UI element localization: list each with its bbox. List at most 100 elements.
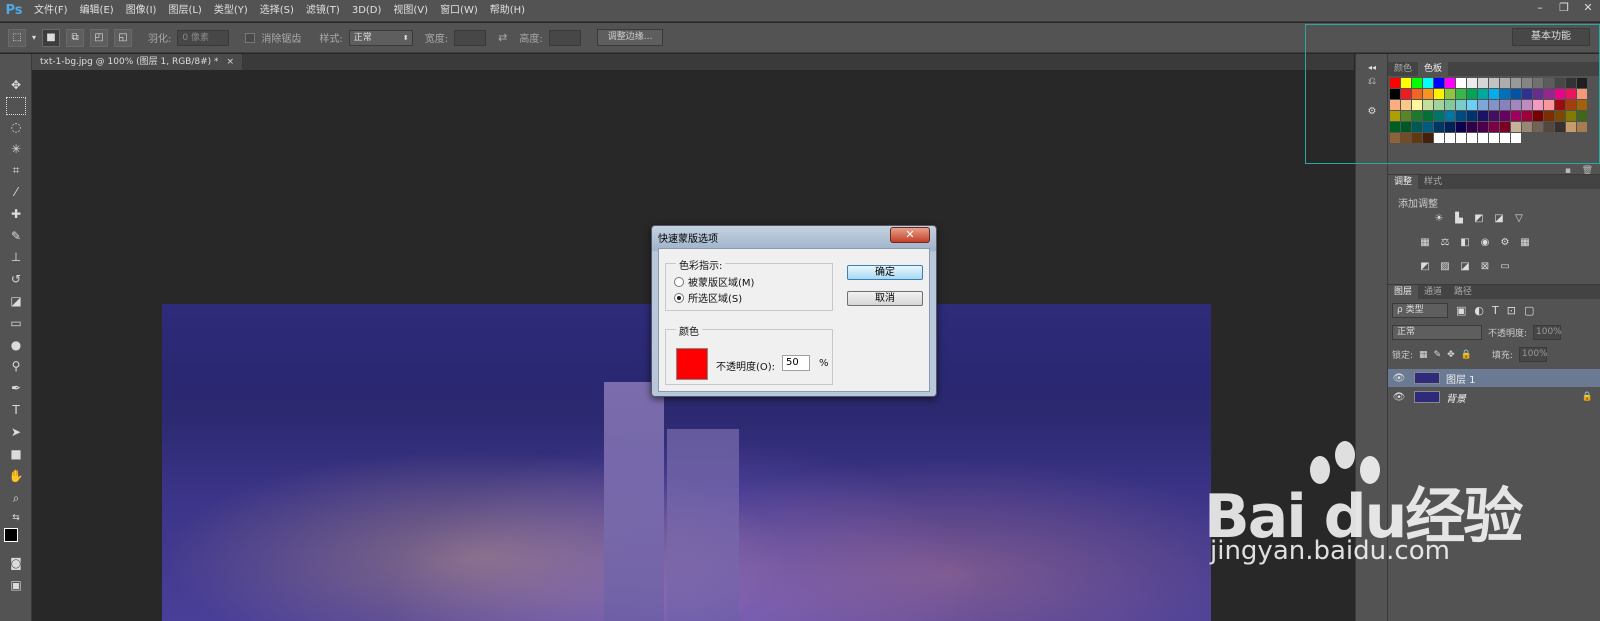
levels-icon[interactable]: ▙ bbox=[1452, 213, 1466, 225]
layer-fill-input[interactable]: 100% bbox=[1518, 347, 1548, 362]
layer-opacity-input[interactable]: 100% bbox=[1533, 325, 1562, 340]
color-swatch[interactable] bbox=[1566, 111, 1576, 121]
color-swatch[interactable] bbox=[1423, 122, 1433, 132]
type-tool-icon[interactable]: T bbox=[6, 401, 26, 419]
color-swatch[interactable] bbox=[1423, 100, 1433, 110]
chevron-down-icon[interactable]: ▾ bbox=[32, 33, 36, 42]
color-swatch[interactable] bbox=[1445, 122, 1455, 132]
mask-color-swatch[interactable] bbox=[676, 348, 708, 380]
color-swatch[interactable] bbox=[1412, 133, 1422, 143]
menu-help[interactable]: 帮助(H) bbox=[484, 0, 531, 22]
color-swatch[interactable] bbox=[1401, 100, 1411, 110]
color-balance-icon[interactable]: ⚖ bbox=[1438, 237, 1452, 249]
color-swatch[interactable] bbox=[1423, 89, 1433, 99]
color-swatch[interactable] bbox=[1511, 122, 1521, 132]
lock-all-icon[interactable]: 🔒 bbox=[1461, 350, 1472, 360]
crop-tool-icon[interactable]: ⌗ bbox=[6, 161, 26, 179]
adjustment-filter-icon[interactable]: ◐ bbox=[1474, 304, 1484, 317]
menu-select[interactable]: 选择(S) bbox=[254, 0, 300, 22]
color-swatch[interactable] bbox=[1566, 100, 1576, 110]
move-tool-icon[interactable]: ✥ bbox=[6, 76, 26, 94]
color-swatch[interactable] bbox=[1456, 122, 1466, 132]
color-swatch[interactable] bbox=[1456, 133, 1466, 143]
vibrance-icon[interactable]: ▽ bbox=[1512, 213, 1526, 225]
color-swatch[interactable] bbox=[1467, 100, 1477, 110]
color-swatch[interactable] bbox=[1467, 133, 1477, 143]
tab-channels[interactable]: 通道 bbox=[1418, 285, 1448, 299]
color-swatch[interactable] bbox=[1478, 111, 1488, 121]
marquee-tool-preset-icon[interactable]: ⬚ bbox=[8, 28, 26, 47]
width-input[interactable] bbox=[454, 29, 487, 46]
antialias-checkbox[interactable] bbox=[245, 32, 256, 43]
color-lookup-icon[interactable]: ▦ bbox=[1518, 237, 1532, 249]
color-swatch[interactable] bbox=[1511, 89, 1521, 99]
color-swatch[interactable] bbox=[1423, 133, 1433, 143]
color-swatch[interactable] bbox=[1423, 78, 1433, 88]
screen-mode-icon[interactable]: ▣ bbox=[6, 576, 26, 594]
color-swatch[interactable] bbox=[1533, 89, 1543, 99]
color-swatch[interactable] bbox=[1401, 122, 1411, 132]
color-swatch[interactable] bbox=[1577, 89, 1587, 99]
color-swatch[interactable] bbox=[1478, 100, 1488, 110]
menu-file[interactable]: 文件(F) bbox=[28, 0, 74, 22]
eraser-icon[interactable]: ◪ bbox=[6, 292, 26, 310]
color-swatch[interactable] bbox=[1544, 89, 1554, 99]
swap-icon[interactable]: ⇄ bbox=[498, 31, 507, 44]
tab-swatches[interactable]: 色板 bbox=[1418, 62, 1449, 76]
color-swatch[interactable] bbox=[1401, 89, 1411, 99]
color-swatch[interactable] bbox=[1401, 78, 1411, 88]
color-swatch[interactable] bbox=[1566, 78, 1576, 88]
color-swatch[interactable] bbox=[1577, 122, 1587, 132]
brush-tool-icon[interactable]: ✎ bbox=[6, 227, 26, 245]
invert-icon[interactable]: ◩ bbox=[1418, 261, 1432, 273]
color-swatch[interactable] bbox=[1478, 133, 1488, 143]
color-swatch[interactable] bbox=[1467, 111, 1477, 121]
eye-icon[interactable]: 👁 bbox=[1388, 373, 1410, 384]
color-swatch[interactable] bbox=[1555, 122, 1565, 132]
dodge-tool-icon[interactable]: ⚲ bbox=[6, 357, 26, 375]
color-swatch[interactable] bbox=[1577, 111, 1587, 121]
selective-color-icon[interactable]: ⊠ bbox=[1478, 261, 1492, 273]
shape-filter-icon[interactable]: ⊡ bbox=[1507, 304, 1516, 317]
color-swatch[interactable] bbox=[1544, 100, 1554, 110]
color-swatch[interactable] bbox=[1500, 89, 1510, 99]
color-swatch[interactable] bbox=[1544, 122, 1554, 132]
color-swatch[interactable] bbox=[1412, 78, 1422, 88]
color-swatch[interactable] bbox=[1467, 78, 1477, 88]
stamp-tool-icon[interactable]: ⊥ bbox=[6, 248, 26, 266]
color-swatch[interactable] bbox=[1500, 111, 1510, 121]
menu-layer[interactable]: 图层(L) bbox=[162, 0, 207, 22]
style-select[interactable]: 正常 ⬍ bbox=[348, 29, 413, 46]
color-swatch[interactable] bbox=[1478, 78, 1488, 88]
foreground-color-swatch[interactable] bbox=[4, 528, 18, 542]
document-tab[interactable]: txt-1-bg.jpg @ 100% (图层 1, RGB/8#) * × bbox=[32, 54, 243, 70]
new-selection-icon[interactable]: ■ bbox=[42, 28, 61, 47]
healing-brush-icon[interactable]: ✚ bbox=[6, 205, 26, 223]
history-brush-icon[interactable]: ↺ bbox=[6, 270, 26, 288]
close-window-button[interactable]: ✕ bbox=[1578, 0, 1598, 16]
type-filter-icon[interactable]: T bbox=[1492, 304, 1499, 317]
hue-saturation-icon[interactable]: ▦ bbox=[1418, 237, 1432, 249]
color-swatch[interactable] bbox=[1412, 100, 1422, 110]
image-filter-icon[interactable]: ▣ bbox=[1456, 304, 1466, 317]
color-swatch[interactable] bbox=[1489, 89, 1499, 99]
menu-edit[interactable]: 编辑(E) bbox=[74, 0, 120, 22]
magic-wand-icon[interactable]: ✳ bbox=[6, 140, 26, 158]
smart-object-filter-icon[interactable]: ▢ bbox=[1524, 304, 1534, 317]
color-swatch[interactable] bbox=[1555, 100, 1565, 110]
color-swatch[interactable] bbox=[1390, 111, 1400, 121]
color-swatch[interactable] bbox=[1478, 122, 1488, 132]
gradient-map-icon[interactable]: ▭ bbox=[1498, 261, 1512, 273]
color-swatch[interactable] bbox=[1489, 133, 1499, 143]
mask-opacity-input[interactable]: 50 bbox=[782, 355, 810, 371]
dialog-close-button[interactable]: ✕ bbox=[890, 227, 930, 243]
color-swatch[interactable] bbox=[1500, 78, 1510, 88]
color-swatch[interactable] bbox=[1434, 78, 1444, 88]
color-swatch[interactable] bbox=[1533, 78, 1543, 88]
color-swatch[interactable] bbox=[1522, 78, 1532, 88]
color-swatch[interactable] bbox=[1467, 122, 1477, 132]
color-swatch[interactable] bbox=[1533, 111, 1543, 121]
properties-panel-icon[interactable]: ⚙ bbox=[1364, 104, 1380, 120]
radio-button-checked[interactable] bbox=[674, 292, 684, 303]
color-swatch[interactable] bbox=[1445, 111, 1455, 121]
